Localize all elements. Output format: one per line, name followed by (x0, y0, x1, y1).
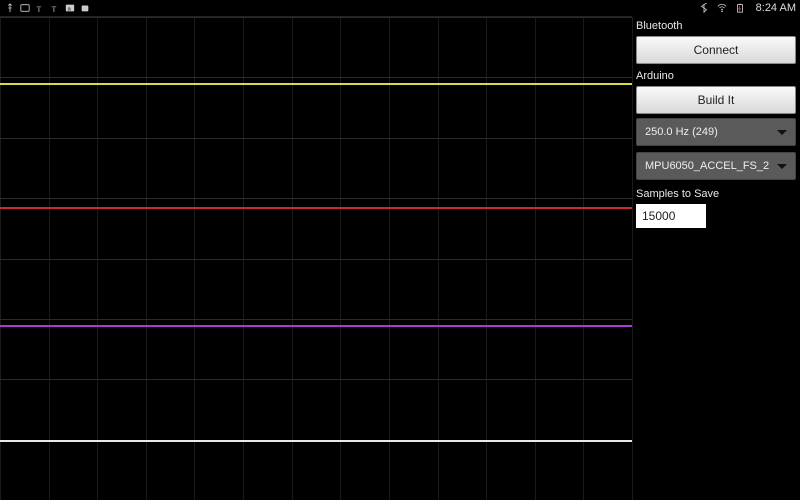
notif-icon-2: T (34, 2, 46, 14)
control-panel: Bluetooth Connect Arduino Build It 250.0… (632, 16, 800, 500)
chevron-down-icon (777, 164, 787, 169)
notif-icon-3: T (49, 2, 61, 14)
chevron-down-icon (777, 130, 787, 135)
battery-icon (734, 2, 746, 14)
bluetooth-section-label: Bluetooth (632, 18, 800, 36)
usb-icon (4, 2, 16, 14)
sample-rate-dropdown[interactable]: 250.0 Hz (249) (636, 118, 796, 146)
samples-input[interactable] (636, 204, 706, 228)
wifi-icon (716, 2, 728, 14)
bluetooth-icon (698, 2, 710, 14)
notif-icon-1 (19, 2, 31, 14)
status-left-icons: T T a (4, 2, 91, 14)
status-clock: 8:24 AM (756, 2, 796, 14)
trace-ch2 (0, 207, 632, 209)
build-button[interactable]: Build It (636, 86, 796, 114)
trace-ch3 (0, 325, 632, 327)
connect-button-label: Connect (694, 43, 739, 57)
plot-grid (0, 17, 632, 500)
notif-icon-4: a (64, 2, 76, 14)
accel-fs-value: MPU6050_ACCEL_FS_2 (645, 160, 777, 172)
status-bar: T T a 8:24 AM (0, 0, 800, 16)
status-right-icons: 8:24 AM (698, 2, 796, 14)
svg-text:T: T (52, 4, 57, 13)
samples-section-label: Samples to Save (632, 186, 800, 204)
trace-ch1 (0, 83, 632, 85)
notif-icon-5 (79, 2, 91, 14)
accel-fs-dropdown[interactable]: MPU6050_ACCEL_FS_2 (636, 152, 796, 180)
trace-ch4 (0, 440, 632, 442)
build-button-label: Build It (698, 93, 735, 107)
oscilloscope-plot[interactable] (0, 16, 632, 500)
svg-text:T: T (37, 4, 42, 13)
connect-button[interactable]: Connect (636, 36, 796, 64)
sample-rate-value: 250.0 Hz (249) (645, 126, 777, 138)
main-content: Bluetooth Connect Arduino Build It 250.0… (0, 16, 800, 500)
arduino-section-label: Arduino (632, 68, 800, 86)
